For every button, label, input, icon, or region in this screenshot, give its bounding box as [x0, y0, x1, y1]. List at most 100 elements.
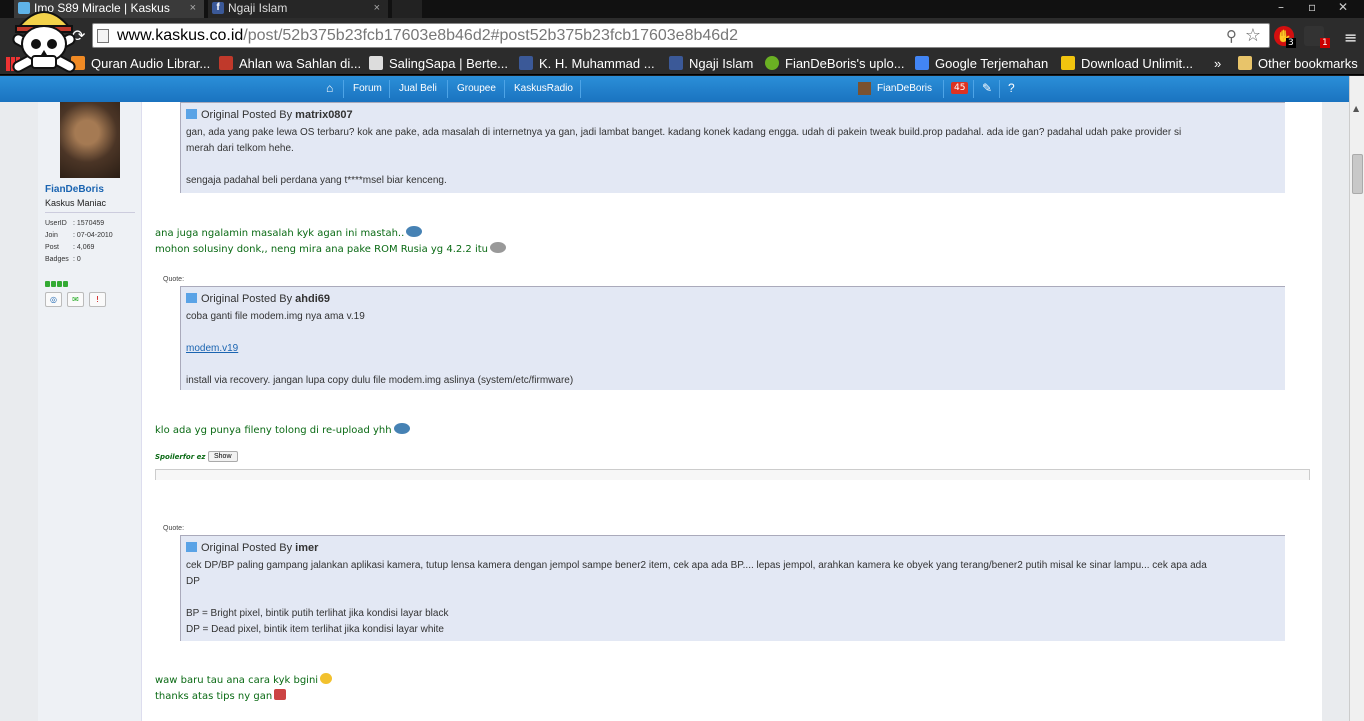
maximize-button[interactable]: ▫ — [1308, 0, 1316, 14]
bookmark-favicon-icon — [765, 56, 779, 70]
quote-author: matrix0807 — [295, 109, 353, 121]
user-info-pane: FianDeBoris Kaskus Maniac UserID: 157045… — [38, 102, 142, 721]
quote-text: coba ganti file modem.img nya ama v.19 — [186, 311, 365, 322]
scroll-up-icon[interactable]: ▲ — [1353, 104, 1359, 113]
tab-ngaji-islam[interactable]: f Ngaji Islam × — [208, 0, 388, 18]
user-stat: Badges: 0 — [45, 256, 81, 263]
menu-icon[interactable]: ≡ — [1344, 28, 1357, 47]
quote-text: gan, ada yang pake lewa OS terbaru? kok … — [186, 127, 1182, 138]
folder-icon — [1238, 56, 1252, 70]
bookmark-star-icon[interactable]: ☆ — [1245, 25, 1261, 46]
bookmark-item[interactable]: K. H. Muhammad ... — [519, 56, 655, 72]
post-text: ana juga ngalamin masalah kyk agan ini m… — [155, 226, 423, 242]
home-icon[interactable]: ⌂ — [326, 81, 333, 95]
post-text: klo ada yg punya fileny tolong di re-upl… — [155, 423, 410, 439]
tab-title: Ngaji Islam — [228, 1, 288, 15]
quote-box: Original Posted By ahdi69 coba ganti fil… — [180, 286, 1285, 390]
quote-author: imer — [295, 542, 319, 554]
spoiler-show-button[interactable]: Show — [208, 451, 238, 462]
post-text: thanks atas tips ny gan — [155, 689, 287, 705]
notification-badge[interactable]: 45 — [951, 82, 969, 94]
quote-text: install via recovery. jangan lupa copy d… — [186, 375, 574, 386]
reputation-bar — [45, 272, 69, 291]
quote-label: Quote: — [163, 276, 185, 283]
divider — [389, 80, 390, 98]
modem-download-link[interactable]: modem.v19 — [186, 341, 238, 357]
url-text: www.kaskus.co.id/post/52b375b23fcb17603e… — [117, 26, 738, 46]
quote-text: DP — [186, 576, 200, 587]
quote-author: ahdi69 — [295, 293, 331, 305]
nav-forum[interactable]: Forum — [353, 83, 382, 94]
facebook-icon — [519, 56, 533, 70]
avatar[interactable] — [60, 102, 120, 178]
minimize-button[interactable]: – — [1278, 0, 1284, 14]
bookmarks-more-button[interactable]: » — [1214, 56, 1221, 72]
bookmark-item[interactable]: Download Unlimit... — [1061, 56, 1193, 72]
facebook-favicon-icon: f — [212, 2, 224, 14]
window-controls: – ▫ ✕ — [1264, 0, 1364, 18]
spoiler-container — [155, 469, 1310, 480]
tab-strip: Imo S89 Miracle | Kaskus × f Ngaji Islam… — [0, 0, 1364, 18]
profile-skull-logo-icon[interactable] — [6, 0, 82, 80]
divider — [504, 80, 505, 98]
url-host: www.kaskus.co.id — [117, 27, 244, 44]
quote-header: Original Posted By ahdi69 — [186, 293, 330, 305]
user-rank: Kaskus Maniac — [45, 198, 107, 208]
nav-groupee[interactable]: Groupee — [457, 83, 496, 94]
user-stat: Join: 07-04-2010 — [45, 232, 113, 239]
quote-header: Original Posted By imer — [186, 542, 318, 554]
user-name-link[interactable]: FianDeBoris — [45, 184, 104, 195]
nav-kaskusradio[interactable]: KaskusRadio — [514, 83, 573, 94]
smiley-icon — [393, 423, 410, 434]
bookmark-favicon-icon — [369, 56, 383, 70]
edit-icon[interactable]: ✎ — [982, 81, 992, 95]
quote-arrow-icon — [186, 542, 197, 552]
page-background: FianDeBoris Kaskus Maniac UserID: 157045… — [0, 102, 1349, 721]
address-bar[interactable]: www.kaskus.co.id/post/52b375b23fcb17603e… — [92, 23, 1270, 48]
bookmark-item[interactable]: FianDeBoris's uplo... — [765, 56, 905, 72]
smiley-icon — [406, 226, 423, 237]
smiley-icon — [490, 242, 506, 253]
bookmark-item[interactable]: Ahlan wa Sahlan di... — [219, 56, 361, 72]
crown-icon — [1061, 56, 1075, 70]
quote-box: Original Posted By imer cek DP/BP paling… — [180, 535, 1285, 641]
divider — [447, 80, 448, 98]
scrollbar-thumb[interactable] — [1352, 154, 1363, 194]
new-tab-button[interactable] — [392, 0, 422, 18]
bookmarks-bar: Quran Audio Librar... Ahlan wa Sahlan di… — [0, 54, 1364, 75]
user-stat: UserID: 1570459 — [45, 220, 105, 227]
divider — [973, 80, 974, 98]
divider — [943, 80, 944, 98]
nav-jual-beli[interactable]: Jual Beli — [399, 83, 437, 94]
other-bookmarks[interactable]: Other bookmarks — [1238, 56, 1358, 72]
close-window-button[interactable]: ✕ — [1338, 0, 1348, 14]
bookmark-item[interactable]: Quran Audio Librar... — [71, 56, 210, 72]
quote-text: merah dari telkom hehe. — [186, 143, 294, 154]
facebook-icon — [669, 56, 683, 70]
extension-badge: 3 — [1286, 38, 1296, 48]
report-icon[interactable]: ! — [89, 292, 106, 307]
quote-text: BP = Bright pixel, bintik putih terlihat… — [186, 608, 449, 619]
search-icon[interactable]: ⚲ — [1226, 27, 1237, 45]
tab-close-icon[interactable]: × — [190, 0, 196, 16]
thread-content: FianDeBoris Kaskus Maniac UserID: 157045… — [38, 102, 1322, 721]
message-icon[interactable]: ✉ — [67, 292, 84, 307]
tab-close-icon[interactable]: × — [374, 0, 380, 16]
site-navbar: ⌂ Forum Jual Beli Groupee KaskusRadio Fi… — [0, 76, 1349, 102]
post-text: waw baru tau ana cara kyk bgini — [155, 673, 333, 689]
quote-text: cek DP/BP paling gampang jalankan aplika… — [186, 560, 1207, 571]
nav-username[interactable]: FianDeBoris — [877, 83, 932, 94]
quote-header: Original Posted By matrix0807 — [186, 109, 353, 121]
google-translate-icon — [915, 56, 929, 70]
bookmark-favicon-icon — [219, 56, 233, 70]
bookmark-item[interactable]: Ngaji Islam — [669, 56, 753, 72]
help-icon[interactable]: ? — [1008, 81, 1015, 95]
page-scrollbar[interactable]: ▲ — [1349, 76, 1364, 721]
user-avatar-icon[interactable] — [858, 82, 871, 95]
profile-icon[interactable]: ◎ — [45, 292, 62, 307]
extension-badge: 1 — [1320, 38, 1330, 48]
bookmark-item[interactable]: Google Terjemahan — [915, 56, 1048, 72]
spoiler-label: Spoilerfor ez — [155, 453, 206, 461]
bookmark-item[interactable]: SalingSapa | Berte... — [369, 56, 508, 72]
divider — [999, 80, 1000, 98]
